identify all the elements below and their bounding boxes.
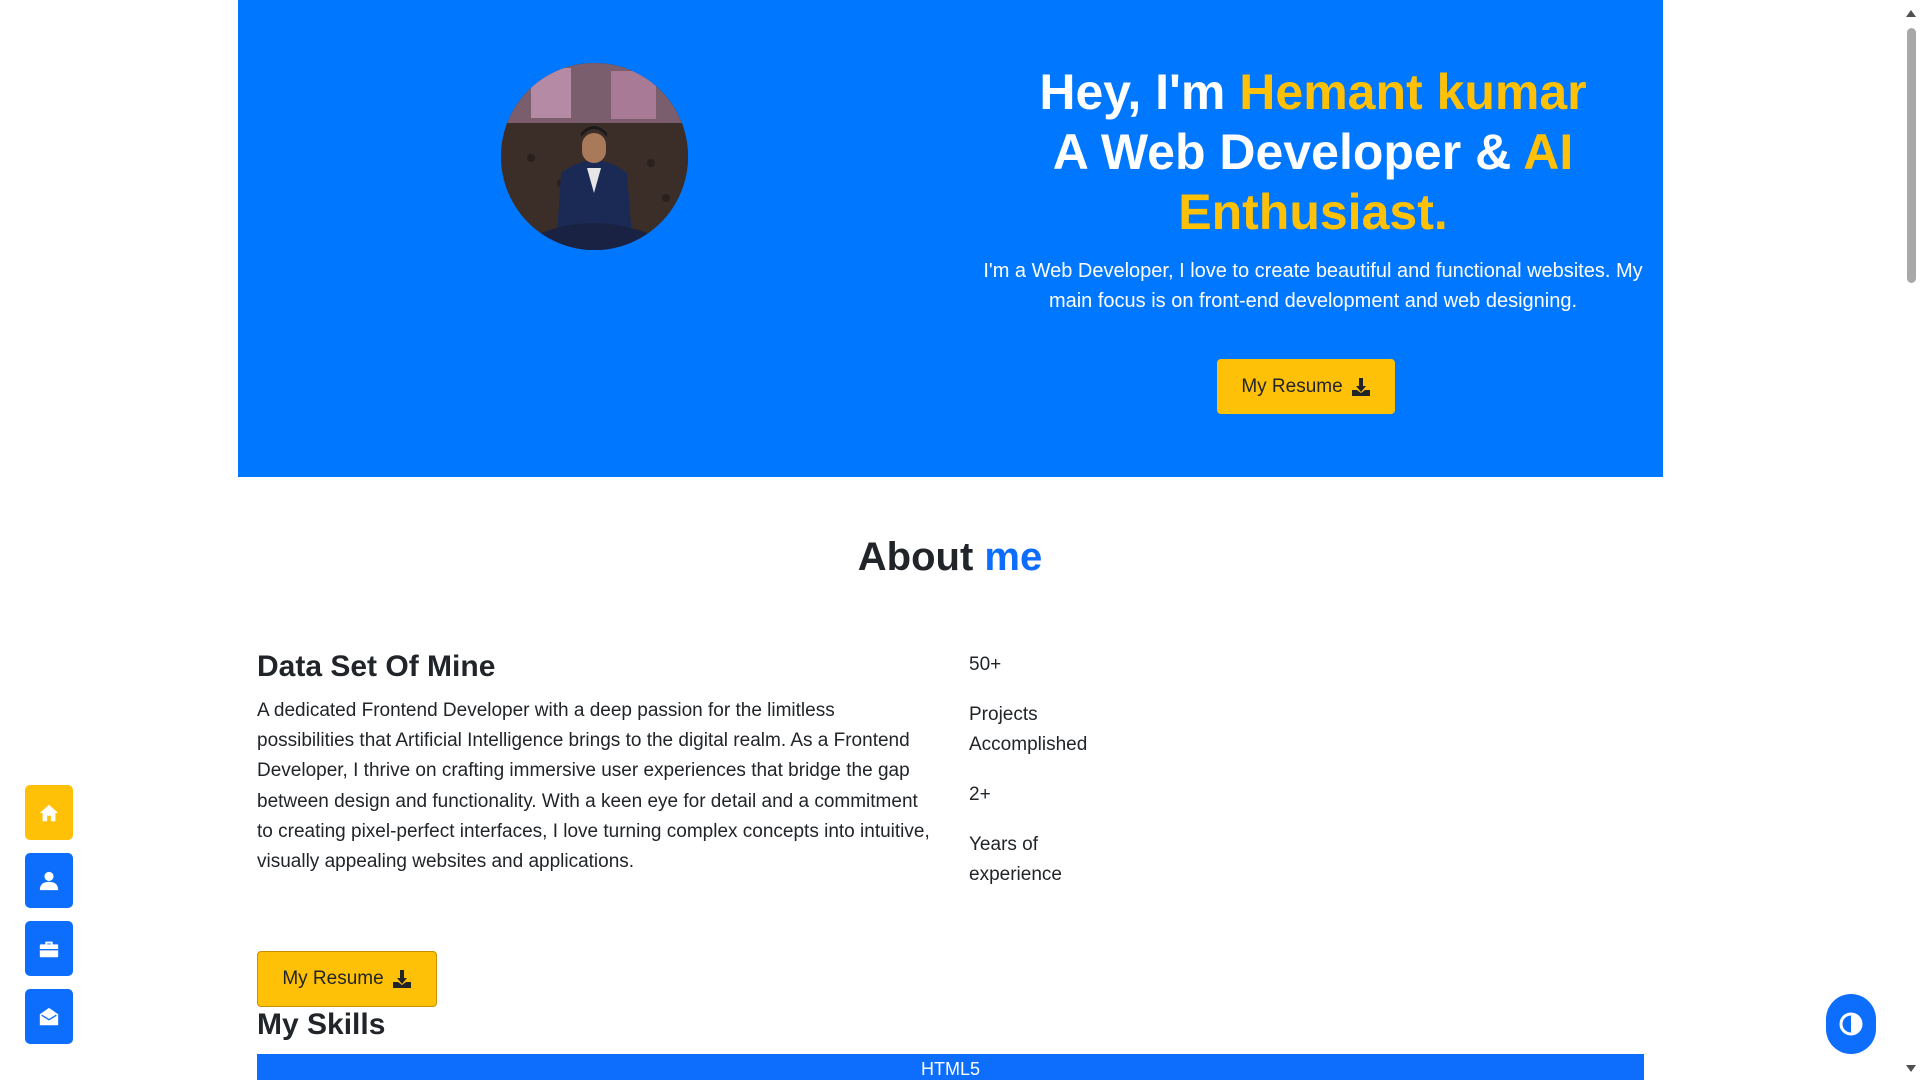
data-set-title: Data Set Of Mine (257, 650, 496, 683)
hero-line2-prefix: A Web Developer & (1052, 124, 1524, 180)
skill-progress-bar: HTML5 (257, 1054, 1644, 1080)
hero-description: I'm a Web Developer, I love to create be… (983, 260, 1643, 312)
hero-resume-button[interactable]: My Resume (1217, 359, 1395, 414)
hero-resume-label: My Resume (1241, 375, 1343, 397)
about-resume-button[interactable]: My Resume (257, 951, 437, 1007)
nav-portfolio-button[interactable] (25, 921, 73, 976)
side-nav (25, 785, 73, 1057)
about-resume-label: My Resume (282, 968, 384, 989)
stat-value: 2+ (969, 784, 991, 805)
contrast-icon (1839, 1012, 1863, 1036)
user-icon (39, 871, 59, 890)
download-icon (392, 970, 411, 988)
hero-title: Hey, I'm Hemant kumar A Web Developer & … (968, 62, 1658, 242)
about-heading-highlight: me (984, 535, 1043, 579)
hero-text: Hey, I'm Hemant kumar A Web Developer & … (968, 62, 1658, 316)
hero-section: Hey, I'm Hemant kumar A Web Developer & … (238, 0, 1663, 477)
skill-progress-fill: HTML5 (257, 1054, 1644, 1080)
skills-title: My Skills (257, 1008, 386, 1041)
home-icon (39, 804, 59, 821)
scroll-up-arrow[interactable] (1906, 10, 1916, 17)
stats-list: 50+ Projects Accomplished 2+ Years of ex… (969, 650, 1129, 890)
about-heading: About me (0, 535, 1900, 580)
about-paragraph: A dedicated Frontend Developer with a de… (257, 700, 930, 873)
profile-avatar (501, 63, 688, 250)
page-scrollbar[interactable] (1902, 0, 1920, 1080)
stat-label: Years of experience (969, 834, 1062, 885)
hero-name: Hemant kumar (1239, 64, 1587, 120)
scroll-thumb[interactable] (1907, 28, 1916, 283)
stat-value: 50+ (969, 654, 1002, 675)
about-heading-prefix: About (857, 535, 985, 579)
scroll-down-arrow[interactable] (1906, 1065, 1916, 1072)
nav-home-button[interactable] (25, 785, 73, 840)
nav-about-button[interactable] (25, 853, 73, 908)
download-icon (1351, 377, 1370, 396)
briefcase-icon (39, 941, 59, 957)
envelope-open-icon (39, 1007, 59, 1025)
hero-title-prefix: Hey, I'm (1039, 64, 1240, 120)
nav-contact-button[interactable] (25, 989, 73, 1044)
theme-toggle-button[interactable] (1826, 994, 1876, 1054)
stat-label: Projects Accomplished (969, 704, 1088, 755)
